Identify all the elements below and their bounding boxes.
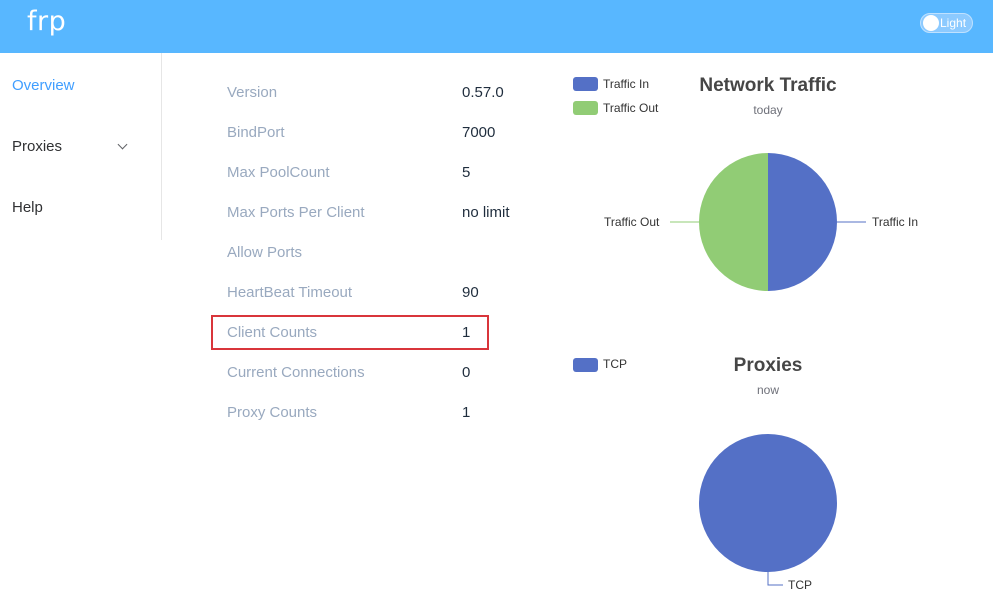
pie-label-tcp: TCP xyxy=(788,578,812,592)
leader-line-tcp xyxy=(767,572,783,586)
pie-slice-tcp[interactable] xyxy=(699,434,837,572)
pie-proxies xyxy=(699,434,837,586)
pie-slice-traffic-in[interactable] xyxy=(768,153,837,291)
pie-network-traffic xyxy=(670,153,866,291)
pie-charts-canvas xyxy=(670,153,866,586)
pie-slice-traffic-out[interactable] xyxy=(699,153,768,291)
pie-label-traffic-in: Traffic In xyxy=(872,215,919,229)
pie-label-traffic-out: Traffic Out xyxy=(604,215,660,229)
